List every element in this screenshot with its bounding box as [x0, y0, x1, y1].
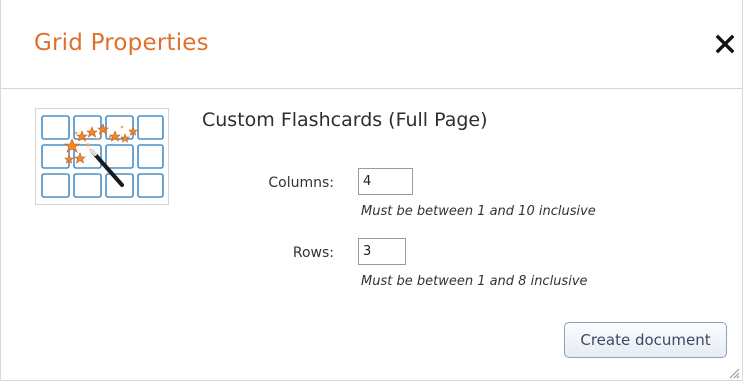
columns-input[interactable]	[358, 168, 413, 195]
document-thumbnail	[35, 108, 169, 205]
resize-grip-icon[interactable]	[726, 364, 740, 379]
rows-input[interactable]	[358, 238, 406, 265]
create-document-button[interactable]: Create document	[564, 322, 727, 358]
dialog-title: Grid Properties	[34, 30, 209, 56]
close-icon[interactable]	[713, 32, 737, 56]
grid-properties-dialog: Grid Properties Custom Flashcards (Full …	[0, 0, 743, 381]
dialog-header: Grid Properties	[1, 0, 742, 89]
columns-hint: Must be between 1 and 10 inclusive	[361, 204, 596, 219]
document-title: Custom Flashcards (Full Page)	[202, 109, 488, 131]
columns-label: Columns:	[268, 175, 334, 191]
grid-magic-wand-icon	[41, 115, 164, 198]
rows-hint: Must be between 1 and 8 inclusive	[361, 274, 588, 289]
rows-label: Rows:	[292, 245, 334, 261]
